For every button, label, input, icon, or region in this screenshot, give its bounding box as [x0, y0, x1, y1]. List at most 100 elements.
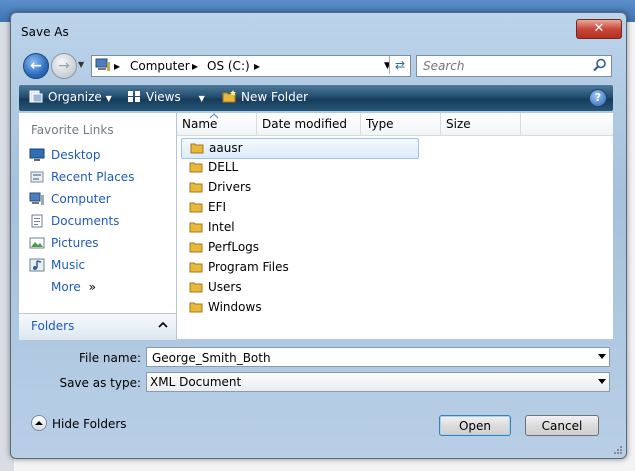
views-menu[interactable]: Views ▼: [127, 90, 205, 104]
file-row[interactable]: DELL: [181, 158, 421, 177]
file-name: Program Files: [208, 260, 289, 274]
file-row[interactable]: Intel: [181, 218, 421, 237]
new-folder-icon: [222, 90, 236, 103]
collapse-icon: [31, 415, 47, 431]
resize-grip-icon[interactable]: [613, 445, 623, 455]
file-row[interactable]: Users: [181, 278, 421, 297]
hide-folders-label: Hide Folders: [52, 417, 127, 431]
cancel-button[interactable]: Cancel: [525, 415, 599, 436]
favorite-link-label: Pictures: [51, 236, 99, 250]
favorite-link-pictures[interactable]: Pictures: [29, 236, 99, 254]
chevron-down-icon[interactable]: [598, 354, 606, 359]
favorite-link-label: Documents: [51, 214, 120, 228]
favorite-links-heading: Favorite Links: [31, 123, 114, 137]
file-name: PerfLogs: [208, 240, 260, 254]
more-label: More: [51, 280, 81, 294]
refresh-button[interactable]: ⇄: [389, 56, 410, 74]
file-row[interactable]: PerfLogs: [181, 238, 421, 257]
views-icon: [128, 91, 140, 102]
favorite-link-label: Recent Places: [51, 170, 135, 184]
column-header-date-modified[interactable]: Date modified: [257, 113, 361, 135]
folder-icon: [189, 202, 203, 213]
help-button[interactable]: ?: [589, 89, 607, 107]
favorite-link-music[interactable]: Music: [29, 258, 85, 276]
back-button[interactable]: ←: [23, 53, 49, 79]
file-row[interactable]: aausr: [181, 138, 419, 159]
views-label: Views: [146, 90, 181, 104]
favorite-link-label: Computer: [51, 192, 111, 206]
dialog-title: Save As: [21, 25, 69, 39]
favorite-link-desktop[interactable]: Desktop: [29, 148, 101, 166]
column-header-type[interactable]: Type: [361, 113, 441, 135]
folder-icon: [190, 143, 204, 154]
favorite-link-computer[interactable]: Computer: [29, 192, 111, 210]
search-icon[interactable]: [593, 58, 607, 72]
recent-pages-dropdown-icon[interactable]: ▼: [78, 60, 84, 69]
favorite-link-recent-places[interactable]: Recent Places: [29, 170, 134, 188]
new-folder-button[interactable]: New Folder: [222, 90, 308, 104]
file-row[interactable]: Drivers: [181, 178, 421, 197]
folder-icon: [189, 182, 203, 193]
recent-places-icon: [30, 171, 44, 183]
hide-folders-button[interactable]: Hide Folders: [31, 415, 127, 431]
crumb-os-drive[interactable]: OS (C:): [207, 59, 250, 73]
documents-icon: [31, 214, 43, 228]
organize-menu[interactable]: Organize ▼: [29, 90, 112, 104]
crumb-separator-icon[interactable]: ▸: [192, 59, 198, 73]
folder-icon: [189, 242, 203, 253]
save-as-type-label: Save as type:: [59, 376, 141, 390]
favorite-link-label: Music: [51, 258, 86, 272]
close-button[interactable]: ✕: [576, 19, 622, 39]
search-box[interactable]: [416, 55, 612, 77]
search-input[interactable]: [421, 57, 585, 75]
folders-bar[interactable]: Folders: [19, 313, 176, 340]
filename-label: File name:: [79, 351, 141, 365]
organize-icon: [29, 90, 43, 103]
file-name: Intel: [208, 220, 235, 234]
file-name: Drivers: [208, 180, 252, 194]
folder-icon: [189, 302, 203, 313]
favorite-link-label: Desktop: [51, 148, 101, 162]
crumb-computer[interactable]: Computer: [130, 59, 190, 73]
save-as-type-value: XML Document: [150, 375, 242, 389]
forward-button[interactable]: →: [51, 53, 77, 79]
file-row[interactable]: Windows: [181, 298, 421, 317]
file-row[interactable]: Program Files: [181, 258, 421, 277]
command-toolbar: Organize ▼ Views ▼ New Folder ?: [19, 85, 613, 111]
file-name: EFI: [208, 200, 227, 214]
folder-icon: [189, 162, 203, 173]
column-header-row: Name Date modified Type Size: [177, 113, 613, 136]
music-icon: [29, 258, 45, 272]
address-bar[interactable]: ▸ Computer ▸ OS (C:) ▸ ▼: [91, 55, 411, 77]
chevron-down-icon[interactable]: [598, 379, 606, 384]
new-folder-label: New Folder: [241, 90, 309, 104]
save-as-dialog: Save As ✕ ← → ▼ ▸ Computer ▸ OS (C:) ▸ ▼…: [10, 12, 627, 459]
favorite-link-documents[interactable]: Documents: [29, 214, 119, 232]
file-name: Users: [208, 280, 242, 294]
desktop-icon: [29, 148, 45, 161]
file-list: Name Date modified Type Size aausr DELL …: [177, 113, 613, 339]
crumb-separator-icon[interactable]: ▸: [114, 59, 120, 73]
column-header-size[interactable]: Size: [441, 113, 521, 135]
filename-input[interactable]: [150, 349, 594, 367]
filename-combobox[interactable]: [146, 347, 610, 367]
save-as-type-select[interactable]: XML Document: [146, 372, 610, 392]
computer-icon: [29, 192, 44, 205]
folder-icon: [189, 222, 203, 233]
file-name: DELL: [208, 160, 239, 174]
more-chevrons-icon: »: [88, 280, 96, 294]
sort-ascending-icon: [209, 113, 219, 119]
folder-icon: [189, 262, 203, 273]
folders-label: Folders: [31, 319, 75, 333]
navigation-row: ← → ▼ ▸ Computer ▸ OS (C:) ▸ ▼ ⇄: [11, 49, 626, 81]
file-row[interactable]: EFI: [181, 198, 421, 217]
crumb-separator-icon[interactable]: ▸: [254, 59, 260, 73]
more-links[interactable]: More »: [51, 280, 96, 298]
pictures-icon: [29, 237, 45, 249]
chevron-up-icon[interactable]: [158, 320, 168, 330]
navigation-pane: Favorite Links Desktop Recent Places Com…: [19, 113, 177, 339]
organize-label: Organize: [48, 90, 102, 104]
title-bar[interactable]: Save As ✕: [11, 13, 626, 47]
computer-icon: [95, 58, 110, 71]
open-button[interactable]: Open: [439, 415, 511, 436]
